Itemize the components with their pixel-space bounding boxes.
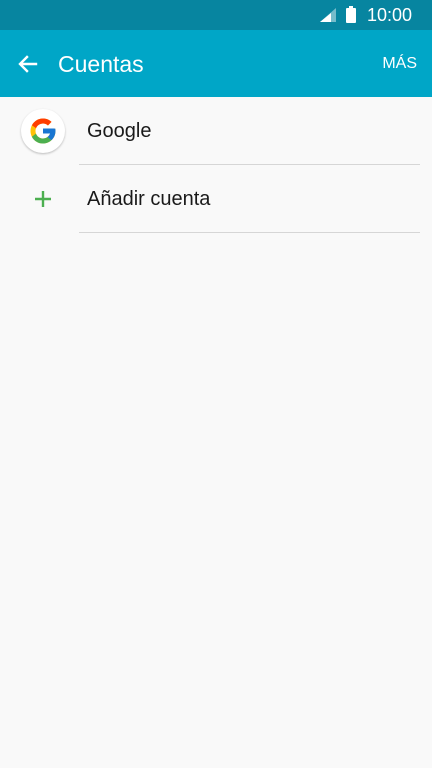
arrow-left-icon[interactable] xyxy=(16,52,40,76)
status-time: 10:00 xyxy=(367,5,413,25)
google-icon xyxy=(21,109,65,153)
plus-icon xyxy=(35,191,51,207)
add-account-item[interactable]: Añadir cuenta xyxy=(0,165,432,233)
account-label: Google xyxy=(87,120,152,142)
accounts-list: Google Añadir cuenta xyxy=(0,97,432,233)
more-button[interactable]: MÁS xyxy=(382,54,417,74)
page-title: Cuentas xyxy=(58,51,144,77)
status-bar: 10:00 xyxy=(0,0,432,30)
account-item-google[interactable]: Google xyxy=(0,97,432,165)
google-icon-container xyxy=(21,109,65,153)
divider xyxy=(79,232,420,233)
battery-icon xyxy=(346,6,356,23)
signal-icon xyxy=(320,8,336,22)
add-account-label: Añadir cuenta xyxy=(87,188,211,210)
plus-icon-container xyxy=(21,177,65,221)
app-bar: Cuentas MÁS xyxy=(0,30,432,97)
